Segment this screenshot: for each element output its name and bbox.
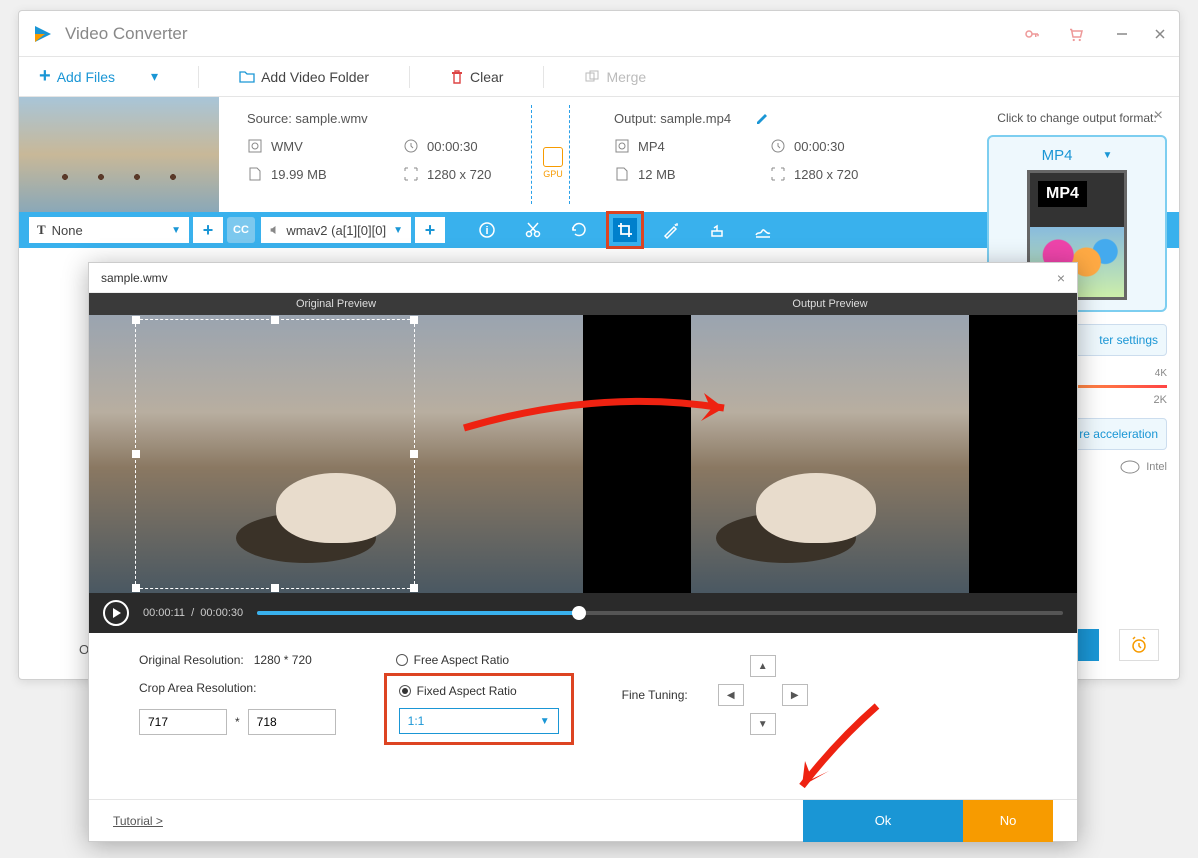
- merge-button: Merge: [584, 69, 646, 85]
- crop-dialog: sample.wmv × Original Preview Output Pre…: [88, 262, 1078, 842]
- key-icon[interactable]: [1023, 25, 1041, 43]
- crop-handle[interactable]: [271, 316, 279, 324]
- fine-tuning-label: Fine Tuning:: [622, 688, 688, 702]
- effects-icon[interactable]: [659, 218, 683, 242]
- subtitle-select[interactable]: T None ▼: [29, 217, 189, 243]
- minimize-icon[interactable]: [1115, 27, 1129, 41]
- nudge-left-button[interactable]: ◀: [718, 684, 744, 706]
- svg-text:i: i: [485, 225, 488, 237]
- format-icon: [247, 138, 263, 154]
- crop-handle[interactable]: [271, 584, 279, 592]
- clear-button[interactable]: Clear: [450, 69, 503, 85]
- sign-icon[interactable]: [751, 218, 775, 242]
- titlebar: Video Converter: [19, 11, 1179, 57]
- add-subtitle-button[interactable]: +: [193, 217, 223, 243]
- nudge-up-button[interactable]: ▲: [750, 655, 776, 677]
- cart-icon[interactable]: [1067, 25, 1085, 43]
- merge-icon: [584, 69, 600, 85]
- seek-thumb[interactable]: [572, 606, 586, 620]
- crop-height-input[interactable]: [248, 709, 336, 735]
- folder-icon: [239, 69, 255, 85]
- add-audio-button[interactable]: +: [415, 217, 445, 243]
- modal-titlebar: sample.wmv ×: [89, 263, 1077, 293]
- crop-width-input[interactable]: [139, 709, 227, 735]
- app-logo-icon: [31, 22, 55, 46]
- clock-icon: [770, 138, 786, 154]
- file-icon: [614, 166, 630, 182]
- original-preview-pane[interactable]: [89, 315, 583, 593]
- crop-controls: Original Resolution: 1280 * 720 Crop Are…: [89, 633, 1077, 757]
- seek-slider[interactable]: [257, 611, 1063, 615]
- output-preview-pane: [583, 315, 1077, 593]
- crop-handle[interactable]: [410, 450, 418, 458]
- aspect-ratio-select[interactable]: 1:1 ▼: [399, 708, 559, 734]
- resolution-icon: [770, 166, 786, 182]
- edit-icon[interactable]: [755, 112, 769, 126]
- arrow-annotation-icon: [459, 383, 749, 443]
- rotate-icon[interactable]: [567, 218, 591, 242]
- file-icon: [247, 166, 263, 182]
- format-label: Click to change output format:: [987, 111, 1167, 125]
- output-label: Output: sample.mp4: [614, 111, 731, 126]
- speaker-icon: [269, 223, 280, 237]
- main-toolbar: + Add Files ▾ Add Video Folder Clear Mer…: [19, 57, 1179, 97]
- info-icon[interactable]: i: [475, 218, 499, 242]
- crop-handle[interactable]: [410, 584, 418, 592]
- format-icon: [614, 138, 630, 154]
- audio-select[interactable]: wmav2 (a[1][0][0] / 0x ▼: [261, 217, 411, 243]
- nudge-down-button[interactable]: ▼: [750, 713, 776, 735]
- crop-handle[interactable]: [410, 316, 418, 324]
- clock-icon: [403, 138, 419, 154]
- schedule-button[interactable]: [1119, 629, 1159, 661]
- alarm-icon: [1129, 635, 1149, 655]
- cc-button[interactable]: CC: [227, 217, 255, 243]
- video-thumbnail[interactable]: [19, 97, 219, 212]
- play-button[interactable]: [103, 600, 129, 626]
- no-button[interactable]: No: [963, 800, 1053, 842]
- free-ratio-radio[interactable]: Free Aspect Ratio: [396, 653, 562, 667]
- crop-handle[interactable]: [132, 584, 140, 592]
- source-label: Source: sample.wmv: [247, 111, 368, 126]
- modal-footer: Tutorial > Ok No: [89, 799, 1077, 841]
- time-display: 00:00:11 / 00:00:30: [143, 607, 243, 619]
- crop-selection[interactable]: [135, 319, 415, 589]
- close-icon[interactable]: [1153, 27, 1167, 41]
- modal-close-icon[interactable]: ×: [1057, 270, 1065, 286]
- gpu-badge: GPU: [539, 147, 567, 179]
- resolution-icon: [403, 166, 419, 182]
- arrow-annotation-icon: [777, 701, 897, 811]
- crop-handle[interactable]: [132, 316, 140, 324]
- app-title: Video Converter: [65, 24, 1023, 44]
- add-files-button[interactable]: + Add Files ▾: [39, 65, 158, 88]
- playback-bar: 00:00:11 / 00:00:30: [89, 593, 1077, 633]
- output-preview-label: Output Preview: [583, 293, 1077, 315]
- crop-handle[interactable]: [132, 450, 140, 458]
- cut-icon[interactable]: [521, 218, 545, 242]
- add-folder-button[interactable]: Add Video Folder: [239, 69, 369, 85]
- original-preview-label: Original Preview: [89, 293, 583, 315]
- crop-icon[interactable]: [613, 218, 637, 242]
- trash-icon: [450, 69, 464, 85]
- fixed-ratio-radio[interactable]: Fixed Aspect Ratio: [399, 684, 559, 698]
- tutorial-link[interactable]: Tutorial >: [113, 814, 163, 828]
- watermark-icon[interactable]: [705, 218, 729, 242]
